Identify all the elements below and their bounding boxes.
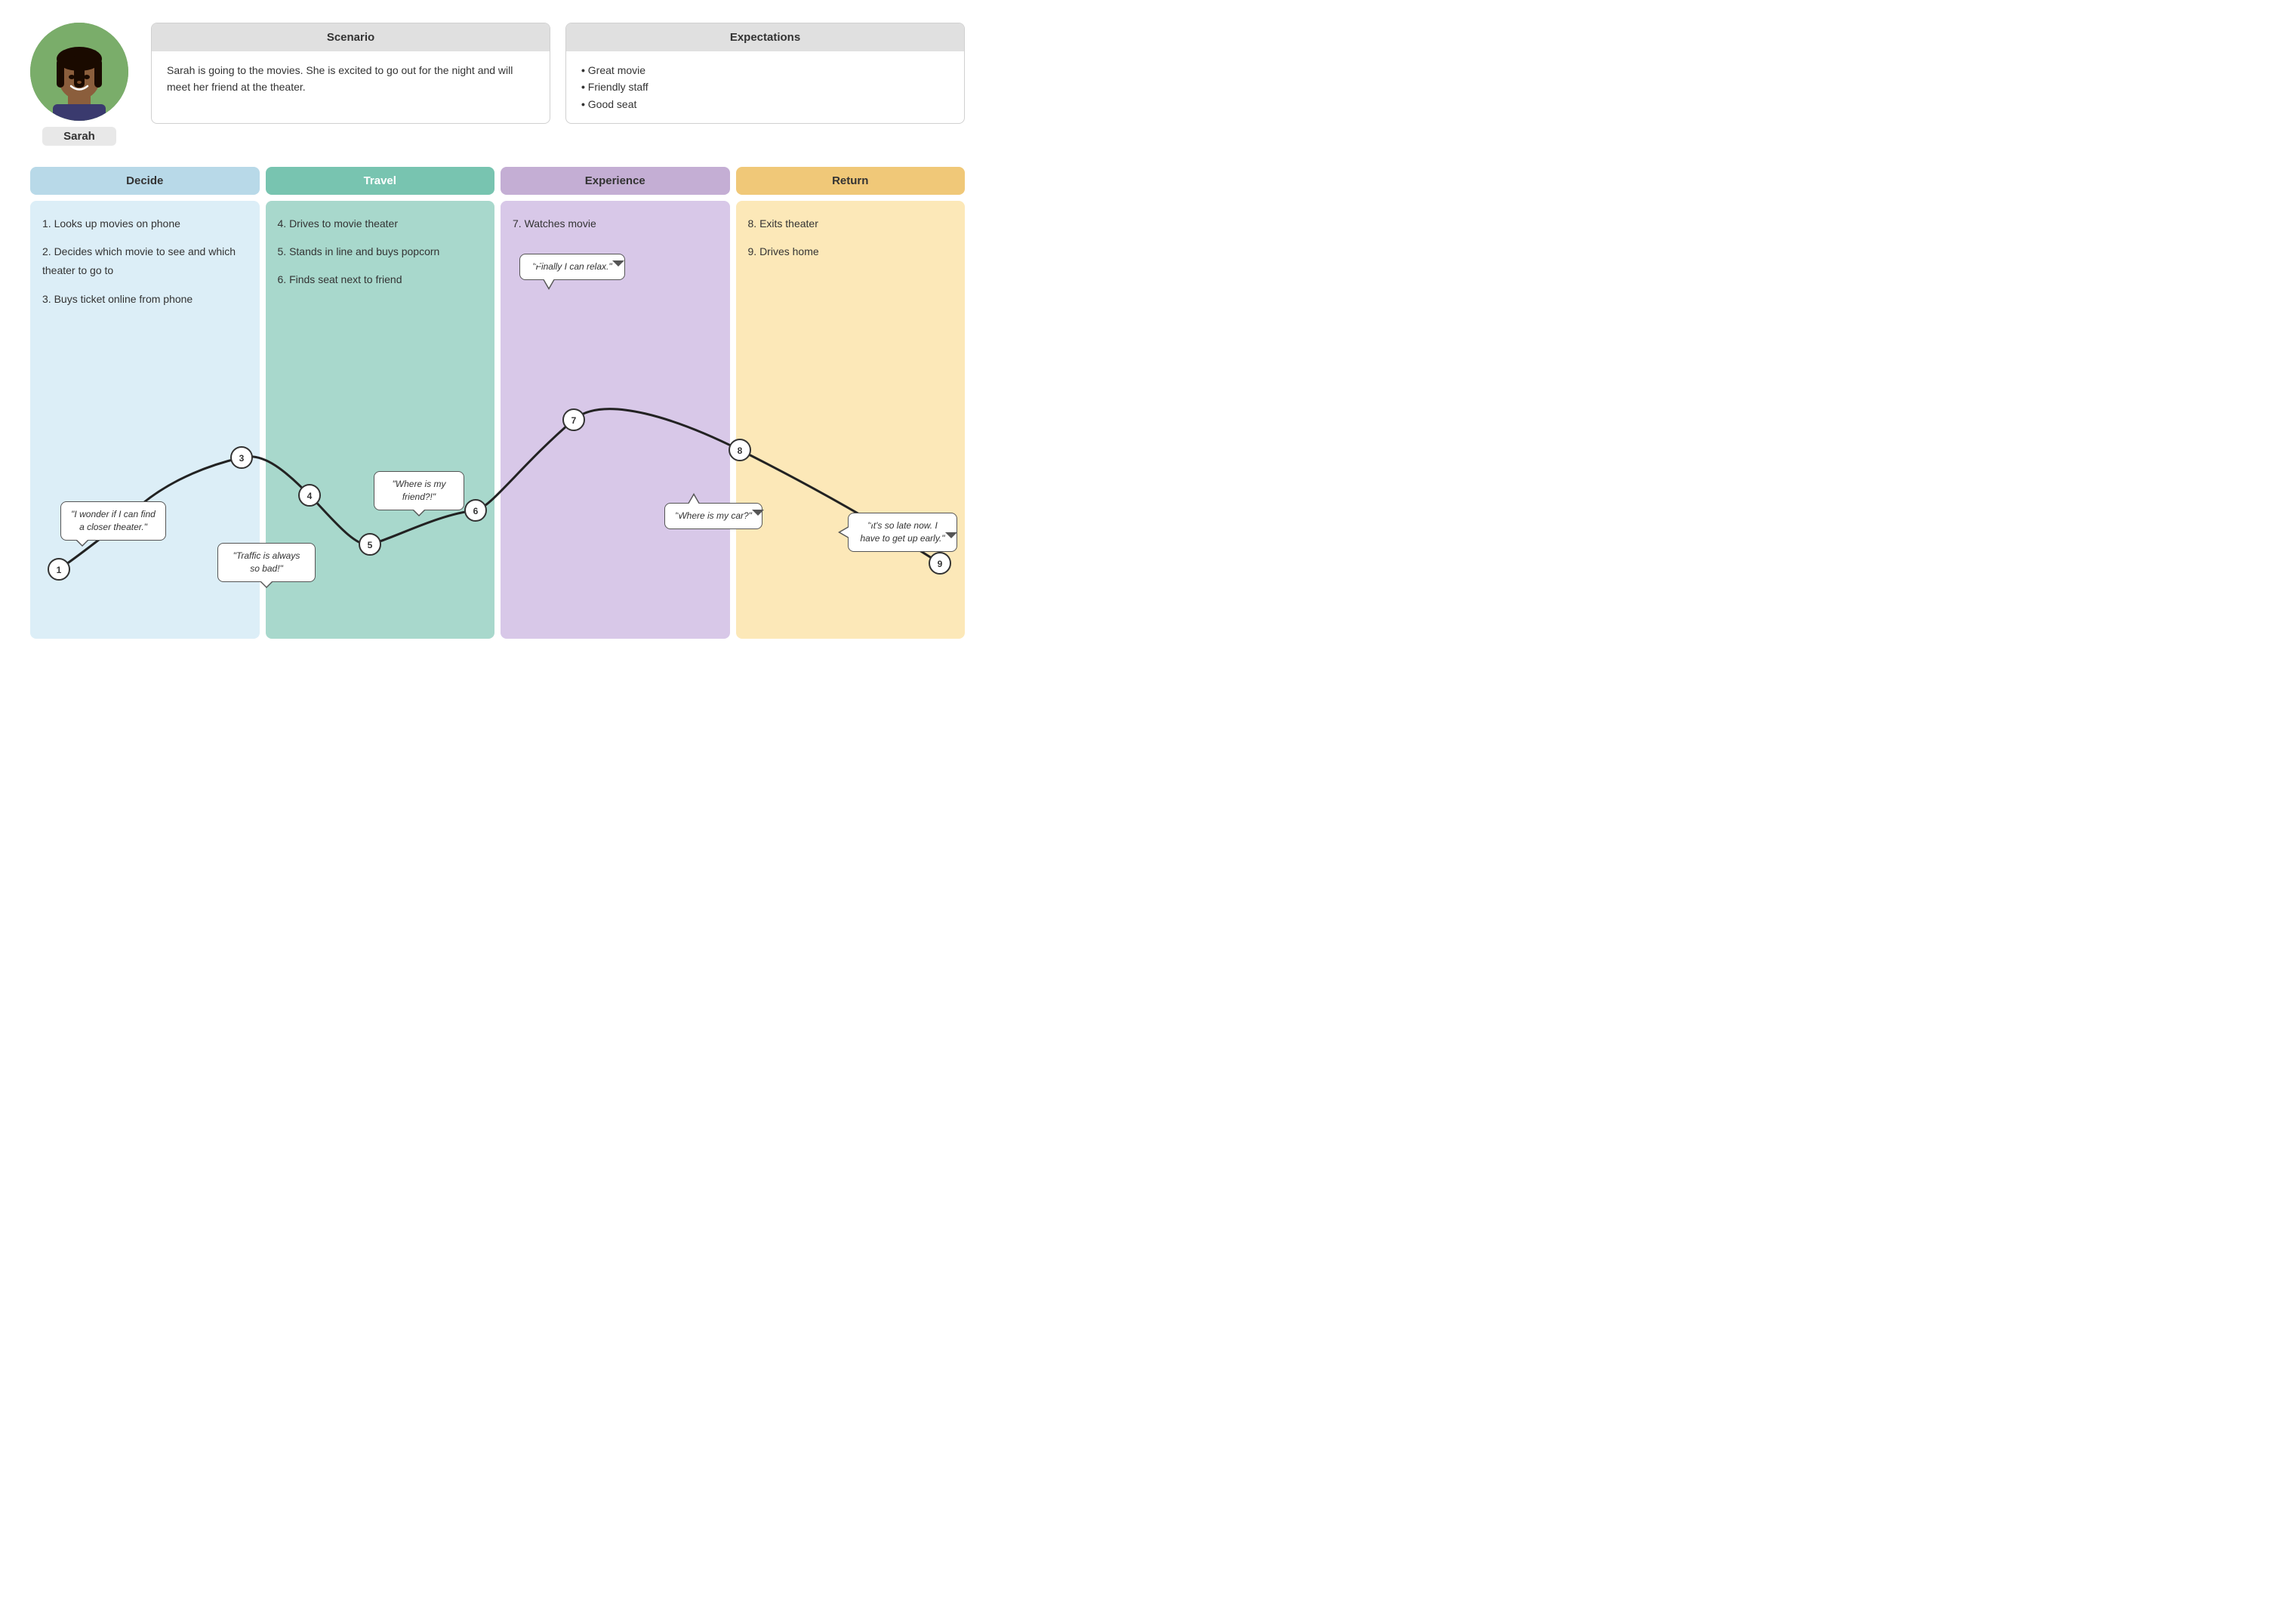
scenario-card: Scenario Sarah is going to the movies. S… [151,23,550,124]
bubble-node2: "I wonder if I can find a closer theater… [60,501,166,541]
info-blocks: Scenario Sarah is going to the movies. S… [151,23,965,124]
phases-row: Decide Travel Experience Return [30,167,965,195]
expectation-item-2: Friendly staff [581,79,949,95]
return-steps: 8. Exits theater 9. Drives home [748,214,953,261]
expectation-item-1: Great movie [581,62,949,79]
step-1: 1. Looks up movies on phone [42,214,248,233]
scenario-body: Sarah is going to the movies. She is exc… [152,51,550,106]
step-2: 2. Decides which movie to see and which … [42,242,248,280]
phase-header-experience: Experience [501,167,730,195]
bubble-node5: "Where is my friend?!" [374,471,464,510]
top-section: Sarah Scenario Sarah is going to the mov… [30,23,965,146]
scenario-header: Scenario [152,23,550,51]
decide-steps: 1. Looks up movies on phone 2. Decides w… [42,214,248,309]
expectations-body: Great movie Friendly staff Good seat [566,51,964,123]
step-5: 5. Stands in line and buys popcorn [278,242,483,261]
bubble-node8: "Where is my car?" [664,503,762,529]
bubble-node9: "It's so late now. I have to get up earl… [848,513,957,552]
expectations-list: Great movie Friendly staff Good seat [581,62,949,112]
expectations-card: Expectations Great movie Friendly staff … [565,23,965,124]
phase-header-return: Return [736,167,966,195]
bubble-node4: "Traffic is always so bad!" [217,543,316,582]
phase-header-travel: Travel [266,167,495,195]
step-7: 7. Watches movie [513,214,718,233]
persona-name: Sarah [42,127,116,146]
bubble-node7: "Finally I can relax." [519,254,625,280]
step-8: 8. Exits theater [748,214,953,233]
travel-steps: 4. Drives to movie theater 5. Stands in … [278,214,483,290]
step-6: 6. Finds seat next to friend [278,270,483,289]
expectation-item-3: Good seat [581,96,949,112]
phase-header-decide: Decide [30,167,260,195]
phase-column-return: 8. Exits theater 9. Drives home [736,201,966,639]
avatar [30,23,128,121]
journey-columns: 1. Looks up movies on phone 2. Decides w… [30,201,965,639]
journey-map: 1. Looks up movies on phone 2. Decides w… [30,201,965,639]
step-3: 3. Buys ticket online from phone [42,290,248,309]
experience-steps: 7. Watches movie [513,214,718,233]
expectations-header: Expectations [566,23,964,51]
step-4: 4. Drives to movie theater [278,214,483,233]
persona-block: Sarah [30,23,128,146]
step-9: 9. Drives home [748,242,953,261]
